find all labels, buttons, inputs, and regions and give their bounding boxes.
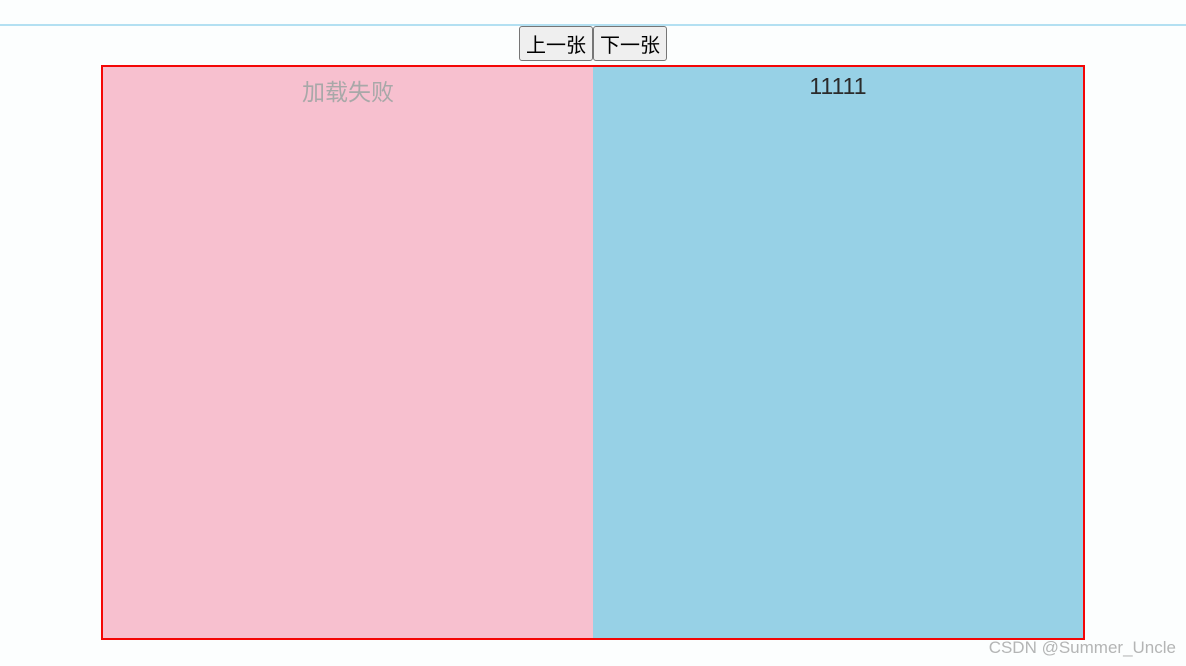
carousel-panel-left: 加载失败 [103, 67, 593, 638]
next-button[interactable]: 下一张 [593, 26, 667, 61]
panel-right-text: 11111 [809, 73, 866, 99]
top-divider [0, 24, 1186, 26]
prev-button[interactable]: 上一张 [519, 26, 593, 61]
carousel-panel-right: 11111 [593, 67, 1083, 638]
panel-left-text: 加载失败 [302, 79, 394, 105]
watermark: CSDN @Summer_Uncle [989, 638, 1176, 658]
button-row: 上一张 下一张 [0, 0, 1186, 61]
carousel-container: 加载失败 11111 [101, 65, 1085, 640]
